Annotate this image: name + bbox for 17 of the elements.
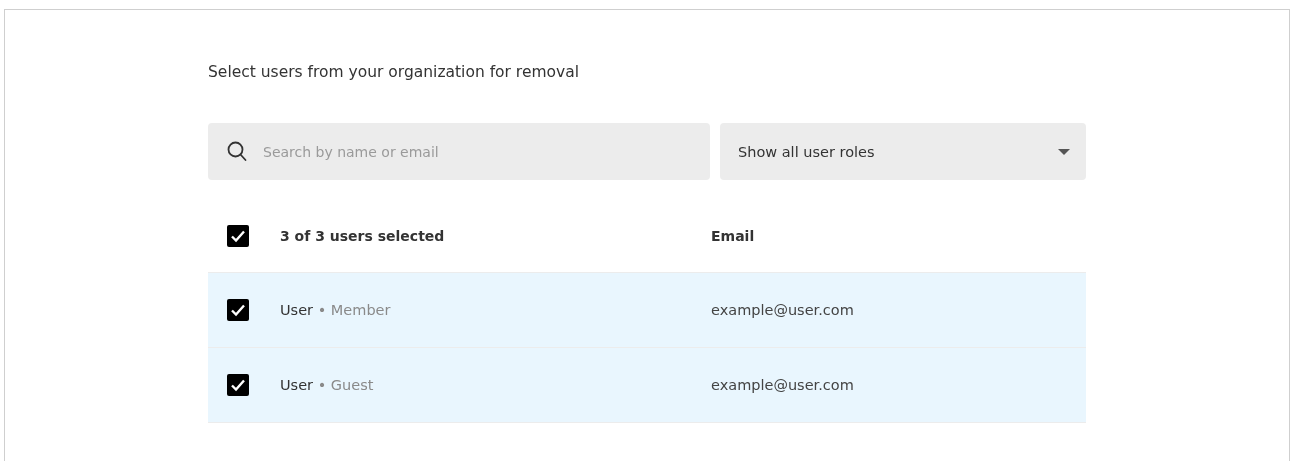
- user-name: User: [280, 377, 314, 393]
- user-email: example@user.com: [711, 377, 854, 393]
- caret-icon: [1058, 148, 1070, 155]
- user-name: User: [280, 302, 314, 318]
- user-row[interactable]: User • Member example@user.com: [208, 273, 1086, 348]
- column-header: Email: [711, 228, 755, 244]
- user-email: example@user.com: [711, 302, 854, 318]
- role-dropdown[interactable]: Show all user roles: [720, 123, 1086, 180]
- user-role: • Guest: [317, 377, 374, 393]
- checkbox[interactable]: [227, 299, 249, 321]
- checkbox[interactable]: [227, 225, 249, 247]
- selection-summary: 3 of 3 users selected: [280, 228, 446, 244]
- user-role: • Member: [317, 302, 391, 318]
- user-row[interactable]: User • Guest example@user.com: [208, 348, 1086, 423]
- instruction-text: Select users from your organization for removal: [208, 63, 580, 81]
- checkbox[interactable]: [227, 374, 249, 396]
- search-field[interactable]: Search by name or email: [208, 123, 710, 180]
